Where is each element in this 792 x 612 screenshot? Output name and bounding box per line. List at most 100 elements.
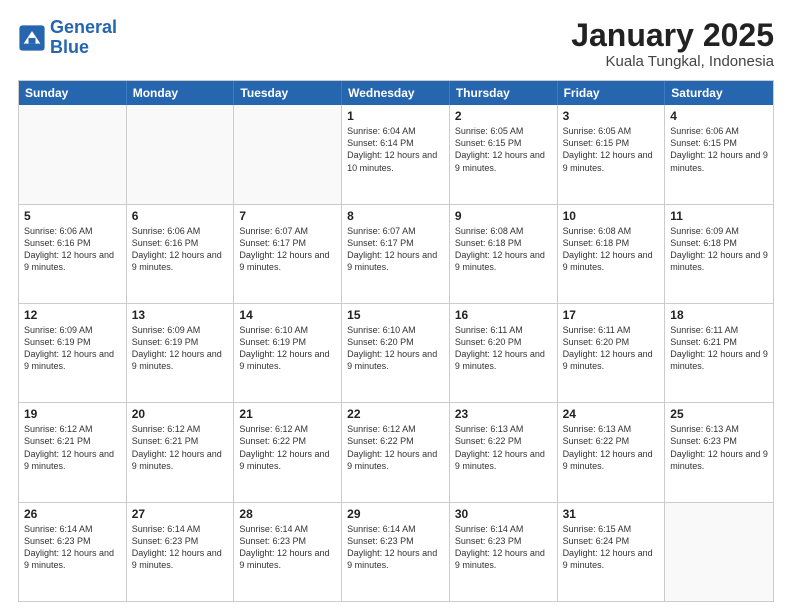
day-cell-12: 12 Sunrise: 6:09 AMSunset: 6:19 PMDayligh… xyxy=(19,304,127,402)
day-number: 21 xyxy=(239,407,336,421)
day-cell-3: 3 Sunrise: 6:05 AMSunset: 6:15 PMDaylight… xyxy=(558,105,666,203)
day-info: Sunrise: 6:14 AMSunset: 6:23 PMDaylight:… xyxy=(239,523,336,572)
day-info: Sunrise: 6:07 AMSunset: 6:17 PMDaylight:… xyxy=(347,225,444,274)
day-info: Sunrise: 6:10 AMSunset: 6:19 PMDaylight:… xyxy=(239,324,336,373)
day-info: Sunrise: 6:09 AMSunset: 6:19 PMDaylight:… xyxy=(24,324,121,373)
day-number: 23 xyxy=(455,407,552,421)
day-number: 25 xyxy=(670,407,768,421)
header-cell-saturday: Saturday xyxy=(665,81,773,105)
day-number: 13 xyxy=(132,308,229,322)
day-number: 27 xyxy=(132,507,229,521)
day-cell-5: 5 Sunrise: 6:06 AMSunset: 6:16 PMDaylight… xyxy=(19,205,127,303)
day-cell-1: 1 Sunrise: 6:04 AMSunset: 6:14 PMDaylight… xyxy=(342,105,450,203)
day-number: 9 xyxy=(455,209,552,223)
day-info: Sunrise: 6:09 AMSunset: 6:19 PMDaylight:… xyxy=(132,324,229,373)
header-cell-sunday: Sunday xyxy=(19,81,127,105)
day-info: Sunrise: 6:12 AMSunset: 6:21 PMDaylight:… xyxy=(24,423,121,472)
day-info: Sunrise: 6:13 AMSunset: 6:22 PMDaylight:… xyxy=(563,423,660,472)
day-info: Sunrise: 6:06 AMSunset: 6:16 PMDaylight:… xyxy=(132,225,229,274)
day-number: 22 xyxy=(347,407,444,421)
day-number: 2 xyxy=(455,109,552,123)
day-info: Sunrise: 6:11 AMSunset: 6:20 PMDaylight:… xyxy=(455,324,552,373)
day-cell-22: 22 Sunrise: 6:12 AMSunset: 6:22 PMDayligh… xyxy=(342,403,450,501)
day-cell-31: 31Sunrise: 6:15 AMSunset: 6:24 PMDayligh… xyxy=(558,503,666,601)
day-number: 1 xyxy=(347,109,444,123)
day-number: 19 xyxy=(24,407,121,421)
day-number: 7 xyxy=(239,209,336,223)
logo-blue: Blue xyxy=(50,38,117,58)
day-number: 28 xyxy=(239,507,336,521)
day-info: Sunrise: 6:07 AMSunset: 6:17 PMDaylight:… xyxy=(239,225,336,274)
day-info: Sunrise: 6:11 AMSunset: 6:20 PMDaylight:… xyxy=(563,324,660,373)
day-info: Sunrise: 6:13 AMSunset: 6:22 PMDaylight:… xyxy=(455,423,552,472)
calendar: SundayMondayTuesdayWednesdayThursdayFrid… xyxy=(18,80,774,602)
day-number: 3 xyxy=(563,109,660,123)
day-number: 11 xyxy=(670,209,768,223)
page: General Blue January 2025 Kuala Tungkal,… xyxy=(0,0,792,612)
day-cell-30: 30Sunrise: 6:14 AMSunset: 6:23 PMDayligh… xyxy=(450,503,558,601)
logo-icon xyxy=(18,24,46,52)
day-cell-14: 14Sunrise: 6:10 AMSunset: 6:19 PMDayligh… xyxy=(234,304,342,402)
header-cell-monday: Monday xyxy=(127,81,235,105)
day-number: 10 xyxy=(563,209,660,223)
day-info: Sunrise: 6:14 AMSunset: 6:23 PMDaylight:… xyxy=(347,523,444,572)
day-info: Sunrise: 6:04 AMSunset: 6:14 PMDaylight:… xyxy=(347,125,444,174)
day-number: 4 xyxy=(670,109,768,123)
day-info: Sunrise: 6:10 AMSunset: 6:20 PMDaylight:… xyxy=(347,324,444,373)
week-3: 12 Sunrise: 6:09 AMSunset: 6:19 PMDayligh… xyxy=(19,304,773,403)
day-number: 6 xyxy=(132,209,229,223)
day-info: Sunrise: 6:05 AMSunset: 6:15 PMDaylight:… xyxy=(455,125,552,174)
day-number: 30 xyxy=(455,507,552,521)
empty-cell xyxy=(665,503,773,601)
day-cell-10: 10Sunrise: 6:08 AMSunset: 6:18 PMDayligh… xyxy=(558,205,666,303)
day-info: Sunrise: 6:05 AMSunset: 6:15 PMDaylight:… xyxy=(563,125,660,174)
day-info: Sunrise: 6:12 AMSunset: 6:22 PMDaylight:… xyxy=(239,423,336,472)
day-info: Sunrise: 6:14 AMSunset: 6:23 PMDaylight:… xyxy=(132,523,229,572)
day-cell-4: 4Sunrise: 6:06 AMSunset: 6:15 PMDaylight… xyxy=(665,105,773,203)
day-info: Sunrise: 6:06 AMSunset: 6:16 PMDaylight:… xyxy=(24,225,121,274)
main-title: January 2025 xyxy=(571,18,774,53)
empty-cell xyxy=(127,105,235,203)
title-block: January 2025 Kuala Tungkal, Indonesia xyxy=(571,18,774,70)
day-cell-9: 9 Sunrise: 6:08 AMSunset: 6:18 PMDaylight… xyxy=(450,205,558,303)
day-number: 18 xyxy=(670,308,768,322)
day-cell-16: 16 Sunrise: 6:11 AMSunset: 6:20 PMDayligh… xyxy=(450,304,558,402)
day-info: Sunrise: 6:15 AMSunset: 6:24 PMDaylight:… xyxy=(563,523,660,572)
logo-general: General xyxy=(50,17,117,37)
day-cell-20: 20 Sunrise: 6:12 AMSunset: 6:21 PMDayligh… xyxy=(127,403,235,501)
day-number: 20 xyxy=(132,407,229,421)
week-4: 19 Sunrise: 6:12 AMSunset: 6:21 PMDayligh… xyxy=(19,403,773,502)
day-cell-29: 29 Sunrise: 6:14 AMSunset: 6:23 PMDayligh… xyxy=(342,503,450,601)
day-info: Sunrise: 6:13 AMSunset: 6:23 PMDaylight:… xyxy=(670,423,768,472)
day-cell-28: 28 Sunrise: 6:14 AMSunset: 6:23 PMDayligh… xyxy=(234,503,342,601)
day-number: 16 xyxy=(455,308,552,322)
day-cell-23: 23 Sunrise: 6:13 AMSunset: 6:22 PMDayligh… xyxy=(450,403,558,501)
day-info: Sunrise: 6:12 AMSunset: 6:21 PMDaylight:… xyxy=(132,423,229,472)
day-number: 29 xyxy=(347,507,444,521)
day-number: 12 xyxy=(24,308,121,322)
day-cell-7: 7 Sunrise: 6:07 AMSunset: 6:17 PMDaylight… xyxy=(234,205,342,303)
day-cell-27: 27 Sunrise: 6:14 AMSunset: 6:23 PMDayligh… xyxy=(127,503,235,601)
day-cell-11: 11 Sunrise: 6:09 AMSunset: 6:18 PMDayligh… xyxy=(665,205,773,303)
day-cell-15: 15 Sunrise: 6:10 AMSunset: 6:20 PMDayligh… xyxy=(342,304,450,402)
empty-cell xyxy=(234,105,342,203)
day-number: 24 xyxy=(563,407,660,421)
day-number: 8 xyxy=(347,209,444,223)
day-number: 15 xyxy=(347,308,444,322)
day-number: 26 xyxy=(24,507,121,521)
day-info: Sunrise: 6:09 AMSunset: 6:18 PMDaylight:… xyxy=(670,225,768,274)
day-cell-17: 17Sunrise: 6:11 AMSunset: 6:20 PMDayligh… xyxy=(558,304,666,402)
day-cell-25: 25 Sunrise: 6:13 AMSunset: 6:23 PMDayligh… xyxy=(665,403,773,501)
day-number: 5 xyxy=(24,209,121,223)
week-1: 1 Sunrise: 6:04 AMSunset: 6:14 PMDaylight… xyxy=(19,105,773,204)
logo: General Blue xyxy=(18,18,117,58)
day-info: Sunrise: 6:12 AMSunset: 6:22 PMDaylight:… xyxy=(347,423,444,472)
header-cell-friday: Friday xyxy=(558,81,666,105)
day-cell-6: 6 Sunrise: 6:06 AMSunset: 6:16 PMDaylight… xyxy=(127,205,235,303)
week-2: 5 Sunrise: 6:06 AMSunset: 6:16 PMDaylight… xyxy=(19,205,773,304)
subtitle: Kuala Tungkal, Indonesia xyxy=(571,53,774,70)
day-info: Sunrise: 6:08 AMSunset: 6:18 PMDaylight:… xyxy=(455,225,552,274)
day-cell-18: 18Sunrise: 6:11 AMSunset: 6:21 PMDayligh… xyxy=(665,304,773,402)
header: General Blue January 2025 Kuala Tungkal,… xyxy=(18,18,774,70)
header-cell-wednesday: Wednesday xyxy=(342,81,450,105)
